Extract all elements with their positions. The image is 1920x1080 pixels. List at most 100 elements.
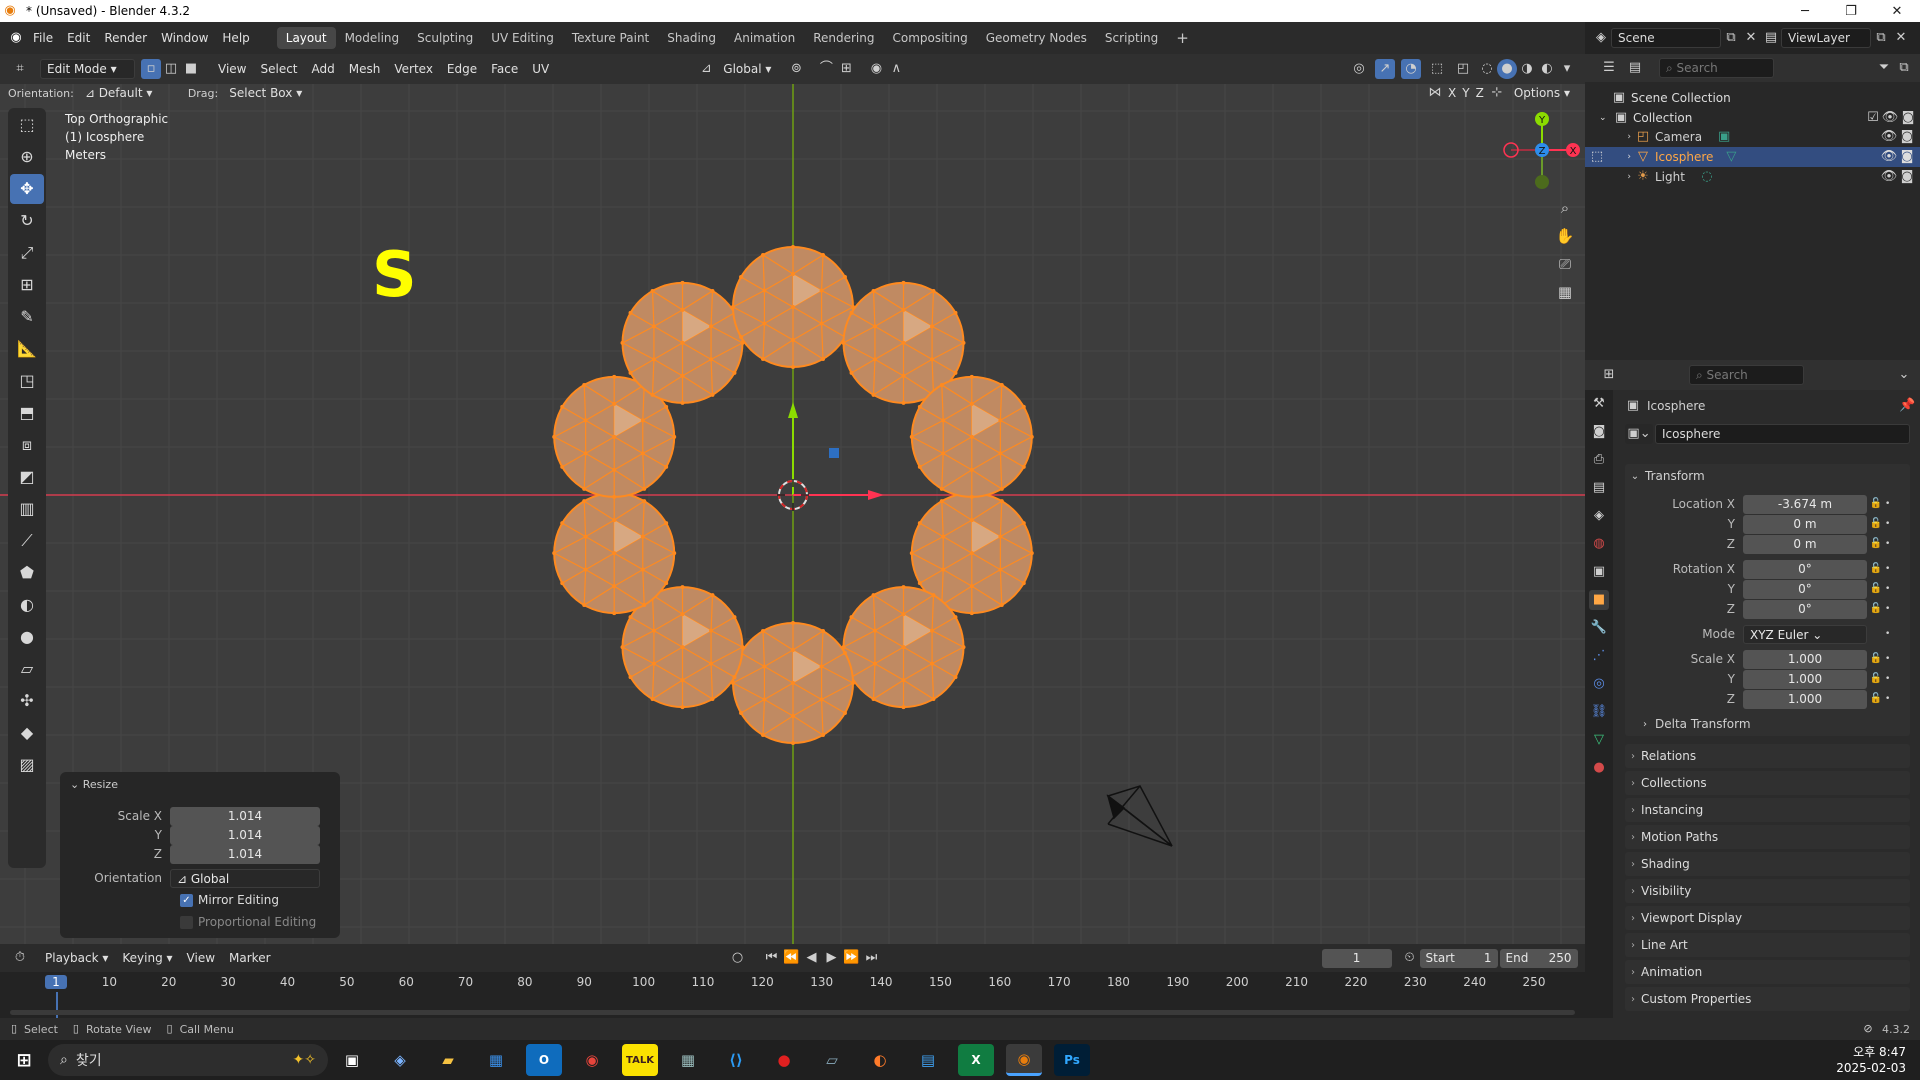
rotation-y-field[interactable]: 0° (1743, 579, 1867, 599)
ortho-grid-icon[interactable]: ▦ (1555, 282, 1575, 302)
collection-exclude-checkbox[interactable]: ☑ (1865, 108, 1881, 128)
tab-layout[interactable]: Layout (276, 27, 336, 49)
visibility-eye-icon[interactable]: 👁 (1880, 127, 1898, 147)
menu-vertex[interactable]: Vertex (387, 62, 440, 76)
taskbar-search-box[interactable]: ⌕ 찾기 ✦✧ (48, 1044, 328, 1076)
timeline-ruler[interactable]: 1 10 20 30 40 50 60 70 80 90 100 110 120 130 140 150 160… (0, 972, 1585, 992)
orientation-dropdown[interactable]: ⊿ Default ▾ (78, 86, 178, 100)
menu-window[interactable]: Window (154, 31, 215, 45)
mirror-x-toggle[interactable]: X (1445, 86, 1459, 100)
rotation-x-field[interactable]: 0° (1743, 559, 1867, 579)
jump-keyframe-back-icon[interactable]: ⏪ (782, 948, 802, 968)
remove-view-layer-icon[interactable]: ✕ (1891, 28, 1911, 48)
select-box-tool-icon[interactable]: ⬚ (10, 110, 44, 140)
knife-tool-icon[interactable]: ⟋ (10, 526, 44, 556)
end-frame-field[interactable]: End 250 (1499, 948, 1578, 968)
preview-range-icon[interactable]: ⏲ (1400, 948, 1420, 968)
resize-orientation-dropdown[interactable]: ⊿ Global (170, 868, 320, 888)
visibility-eye-icon[interactable]: 👁 (1880, 167, 1898, 187)
display-mode-icon[interactable]: ▤ (1625, 58, 1645, 78)
tab-rendering[interactable]: Rendering (804, 27, 883, 49)
firefox-icon[interactable]: ◐ (862, 1044, 898, 1076)
mesh-edit-overlay-icon[interactable]: ⬚ (1427, 59, 1447, 79)
outliner-row-icosphere[interactable]: ⬚ › ▽ Icosphere ▽ 👁 ◙ (1585, 147, 1920, 167)
play-reverse-icon[interactable]: ◀ (802, 948, 822, 968)
pan-hand-icon[interactable]: ✋ (1555, 226, 1575, 246)
world-tab-icon[interactable]: ◍ (1589, 534, 1609, 554)
minimize-button[interactable]: ─ (1782, 4, 1828, 19)
tool-tab-icon[interactable]: ⚒ (1589, 394, 1609, 414)
outliner-scene-collection[interactable]: ▣ Scene Collection (1611, 88, 1731, 108)
shrink-fatten-tool-icon[interactable]: ✣ (10, 686, 44, 716)
add-workspace-button[interactable]: + (1167, 27, 1198, 49)
tab-compositing[interactable]: Compositing (883, 27, 976, 49)
mirror-z-toggle[interactable]: Z (1473, 86, 1487, 100)
resize-scale-x-field[interactable]: 1.014 (170, 806, 320, 826)
keying-menu[interactable]: Keying ▾ (115, 951, 179, 965)
outliner-editor-icon[interactable]: ☰ (1599, 58, 1619, 78)
menu-select[interactable]: Select (253, 62, 304, 76)
instancing-panel[interactable]: › Instancing (1625, 798, 1910, 822)
lock-icon[interactable]: 🔓 (1867, 494, 1885, 514)
copilot-icon[interactable]: ◈ (382, 1044, 418, 1076)
collection-visibility-icon[interactable]: 👁 (1881, 108, 1899, 128)
zoom-icon[interactable]: ⌕ (1555, 198, 1575, 218)
edit-mode-icon[interactable]: ⬚ (1585, 147, 1609, 167)
location-y-field[interactable]: 0 m (1743, 514, 1867, 534)
snap-icon[interactable]: ⌒ (816, 59, 836, 79)
shading-options-icon[interactable]: ▾ (1557, 59, 1577, 79)
scale-tool-icon[interactable]: ⤢ (10, 238, 44, 268)
drag-dropdown[interactable]: Select Box ▾ (222, 86, 309, 100)
menu-edge[interactable]: Edge (440, 62, 484, 76)
relations-panel[interactable]: › Relations (1625, 744, 1910, 768)
mode-dropdown[interactable]: Edit Mode ▾ (40, 59, 135, 79)
camera-view-icon[interactable]: ⎚ (1555, 254, 1575, 274)
menu-file[interactable]: File (26, 31, 60, 45)
jump-end-icon[interactable]: ⏭ (862, 948, 882, 968)
object-tab-icon[interactable]: ■ (1589, 590, 1609, 610)
shading-panel[interactable]: › Shading (1625, 852, 1910, 876)
properties-options-icon[interactable]: ⌄ (1894, 365, 1914, 385)
collection-render-icon[interactable]: ◙ (1899, 108, 1917, 128)
timeline-scrollbar[interactable] (10, 1010, 1575, 1015)
filter-icon[interactable]: ⏷ (1874, 58, 1894, 78)
new-collection-icon[interactable]: ⧉ (1894, 58, 1914, 78)
visibility-eye-icon[interactable]: 👁 (1880, 147, 1898, 167)
location-z-field[interactable]: 0 m (1743, 534, 1867, 554)
physics-tab-icon[interactable]: ◎ (1589, 674, 1609, 694)
rotation-z-field[interactable]: 0° (1743, 599, 1867, 619)
scene-field[interactable]: Scene (1611, 28, 1721, 48)
render-icon[interactable]: ◙ (1898, 167, 1916, 187)
keyframe-dot-icon[interactable]: • (1885, 604, 1890, 614)
render-tab-icon[interactable]: ◙ (1589, 422, 1609, 442)
keyframe-dot-icon[interactable]: • (1885, 519, 1890, 529)
menu-face[interactable]: Face (484, 62, 525, 76)
options-dropdown[interactable]: Options ▾ (1507, 86, 1577, 100)
tab-animation[interactable]: Animation (725, 27, 804, 49)
xray-icon[interactable]: ◰ (1453, 59, 1473, 79)
rip-tool-icon[interactable]: ▨ (10, 750, 44, 780)
outliner-search-input[interactable]: ⌕ Search (1659, 58, 1774, 78)
transform-panel-header[interactable]: ⌄ Transform (1625, 464, 1910, 488)
smooth-tool-icon[interactable]: ● (10, 622, 44, 652)
lock-icon[interactable]: 🔓 (1867, 669, 1885, 689)
proportional-editing-checkbox[interactable] (180, 915, 193, 929)
scale-z-field[interactable]: 1.000 (1743, 689, 1867, 709)
snap-target-icon[interactable]: ⊞ (836, 59, 856, 79)
vscode-icon[interactable]: ⟨⟩ (718, 1044, 754, 1076)
material-tab-icon[interactable]: ● (1589, 758, 1609, 778)
start-frame-field[interactable]: Start 1 (1419, 948, 1498, 968)
keyframe-dot-icon[interactable]: • (1885, 564, 1890, 574)
inset-tool-icon[interactable]: ⧈ (10, 430, 44, 460)
extrude-tool-icon[interactable]: ⬒ (10, 398, 44, 428)
menu-uv[interactable]: UV (525, 62, 556, 76)
move-tool-icon[interactable]: ✥ (10, 174, 44, 204)
lock-icon[interactable]: 🔓 (1867, 599, 1885, 619)
object-name-field[interactable]: Icosphere (1655, 424, 1910, 444)
data-tab-icon[interactable]: ▽ (1589, 730, 1609, 750)
pivot-point-icon[interactable]: ⊚ (786, 59, 806, 79)
taskbar-clock[interactable]: 오후 8:47 2025-02-03 (1836, 1044, 1906, 1076)
transform-tool-icon[interactable]: ⊞ (10, 270, 44, 300)
location-x-field[interactable]: -3.674 m (1743, 494, 1867, 514)
solid-shading-icon[interactable]: ● (1497, 59, 1517, 79)
